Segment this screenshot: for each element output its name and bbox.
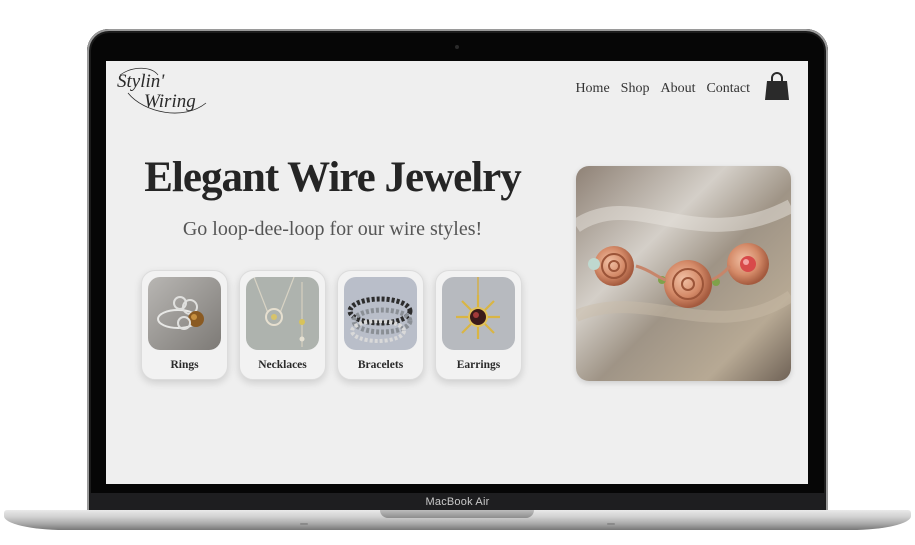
nav-shop[interactable]: Shop xyxy=(621,81,650,97)
category-card-bracelets[interactable]: Bracelets xyxy=(337,270,424,380)
bracelets-image xyxy=(344,277,417,350)
rings-image xyxy=(148,277,221,350)
category-card-rings[interactable]: Rings xyxy=(141,270,228,380)
site-logo[interactable]: Stylin' Wiring xyxy=(114,63,209,119)
category-label-earrings: Earrings xyxy=(456,359,501,371)
nav-contact[interactable]: Contact xyxy=(706,81,750,97)
nav-home[interactable]: Home xyxy=(575,81,609,97)
device-label: MacBook Air xyxy=(425,496,490,508)
laptop-foot-right xyxy=(607,523,615,525)
category-card-earrings[interactable]: Earrings xyxy=(435,270,522,380)
main-nav: Home Shop About Contact xyxy=(575,81,750,97)
hero-subtitle: Go loop-dee-loop for our wire styles! xyxy=(182,218,483,240)
category-label-rings: Rings xyxy=(170,359,199,371)
logo-line-1: Stylin' xyxy=(117,71,165,92)
laptop-screen: Stylin' Wiring Home Shop About Contact E… xyxy=(106,61,808,484)
hero-image xyxy=(576,166,791,381)
category-label-necklaces: Necklaces xyxy=(258,359,307,371)
laptop-notch xyxy=(380,510,534,518)
category-card-necklaces[interactable]: Necklaces xyxy=(239,270,326,380)
shopping-bag-icon[interactable] xyxy=(764,72,790,101)
hero-title: Elegant Wire Jewelry xyxy=(144,154,522,201)
webcam xyxy=(455,45,459,49)
laptop-foot-left xyxy=(300,523,308,525)
earrings-image xyxy=(442,277,515,350)
category-label-bracelets: Bracelets xyxy=(357,359,404,371)
nav-about[interactable]: About xyxy=(660,81,695,97)
necklaces-image xyxy=(246,277,319,350)
category-list: Rings Necklaces Bracelets Earrings xyxy=(141,270,522,380)
